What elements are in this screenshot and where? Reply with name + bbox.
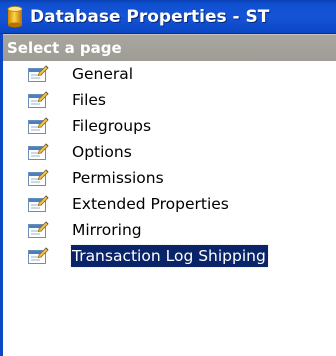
window-title: Database Properties - ST [30,7,270,27]
property-page-icon [28,247,49,264]
page-item-label: Files [72,91,107,109]
property-page-icon [28,195,49,212]
page-item-filegroups[interactable]: Filegroups [3,113,336,139]
page-item-label: Filegroups [72,117,152,135]
property-page-icon [28,221,49,238]
page-item-files[interactable]: Files [3,87,336,113]
database-properties-window: Database Properties - ST Select a page G… [0,0,336,356]
page-item-mirroring[interactable]: Mirroring [3,217,336,243]
page-list: General Files Filegroups Options Permiss… [3,61,336,269]
page-item-label: Permissions [72,169,164,187]
page-item-extended-properties[interactable]: Extended Properties [3,191,336,217]
page-item-general[interactable]: General [3,61,336,87]
page-item-label: General [72,65,134,83]
property-page-icon [28,65,49,82]
page-item-label: Options [72,143,132,161]
page-item-label: Extended Properties [72,195,229,213]
property-page-icon [28,143,49,160]
page-item-transaction-log-shipping[interactable]: Transaction Log Shipping [3,243,336,269]
select-page-header: Select a page [3,34,336,61]
property-page-icon [28,169,49,186]
property-page-icon [28,91,49,108]
select-page-label: Select a page [7,39,122,57]
page-item-label: Mirroring [72,221,142,239]
title-bar[interactable]: Database Properties - ST [0,0,336,34]
page-item-options[interactable]: Options [3,139,336,165]
page-item-label: Transaction Log Shipping [70,244,269,268]
page-item-permissions[interactable]: Permissions [3,165,336,191]
property-page-icon [28,117,49,134]
database-cylinder-icon [7,6,23,28]
